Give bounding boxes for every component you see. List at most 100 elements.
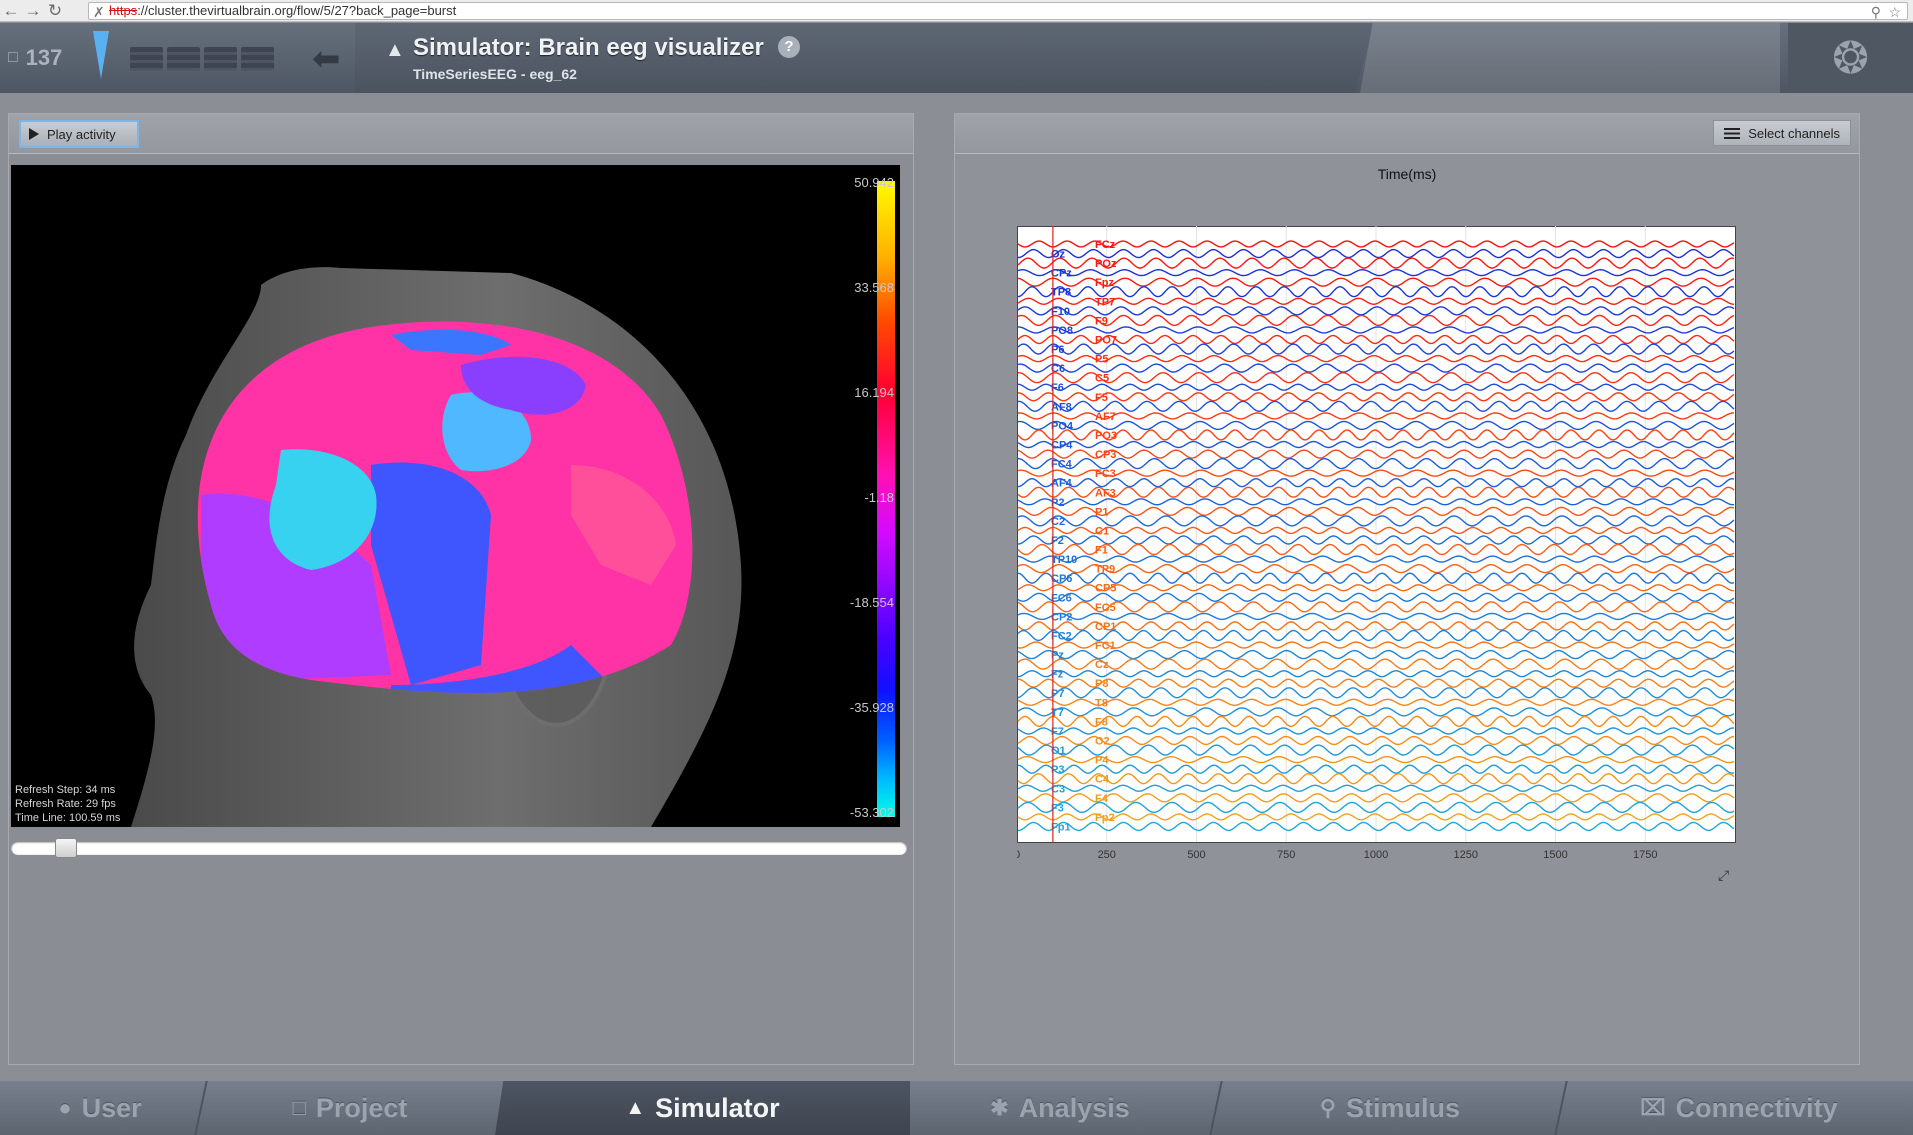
pin-icon: ⚲ [1319, 1095, 1337, 1120]
nav-project-label: Project [315, 1092, 408, 1123]
browser-toolbar: ← → ↻ ✗ https://cluster.thevirtualbrain.… [0, 0, 1913, 22]
nav-simulator-label: Simulator [655, 1092, 780, 1123]
network-icon: ⌧ [1640, 1095, 1666, 1120]
list-icon [1724, 127, 1741, 139]
nav-analysis-label: Analysis [1018, 1092, 1130, 1123]
nav-connectivity-label: Connectivity [1675, 1092, 1838, 1123]
channel-label-right: Fpz [1095, 277, 1114, 289]
colorbar-tick-label: -18.554 [849, 595, 894, 610]
brain-logo-icon[interactable]: ❂ [1788, 23, 1913, 93]
history-block[interactable] [204, 47, 237, 71]
document-icon: □ [292, 1095, 306, 1120]
channel-label-right: FC1 [1095, 640, 1116, 652]
channel-label-right: FCz [1095, 239, 1116, 251]
nav-user[interactable]: ● User [0, 1081, 200, 1135]
channel-label-left: TP8 [1051, 287, 1071, 299]
play-icon [29, 128, 39, 140]
history-block[interactable] [241, 47, 274, 71]
rocket-icon: ▲ [385, 39, 405, 61]
history-blocks [130, 47, 274, 71]
url-scheme: https [109, 3, 138, 18]
x-tick-label: 1250 [1454, 849, 1478, 861]
select-channels-label: Select channels [1748, 125, 1840, 141]
nav-stimulus-label: Stimulus [1346, 1092, 1461, 1123]
brain-viewer-toolbar: Play activity [9, 114, 913, 154]
page-subtitle: TimeSeriesEEG - eeg_62 [413, 66, 577, 82]
channel-label-right: Fp2 [1095, 812, 1115, 824]
user-icon: ● [58, 1095, 72, 1120]
eeg-chart[interactable]: 02505007501000125015001750FCzOzPOzCPzFpz… [1017, 226, 1757, 866]
main-area: Play activity 50.942 33.568 16.194 -1.18… [0, 93, 1913, 1081]
reload-icon[interactable]: ↻ [44, 0, 66, 22]
channel-label-left: AF8 [1051, 401, 1072, 413]
channel-label-right: C1 [1095, 525, 1109, 537]
channel-label-left: FC2 [1051, 630, 1072, 642]
channel-label-left: CP4 [1051, 440, 1073, 452]
nav-simulator[interactable]: ▲ Simulator [495, 1081, 910, 1135]
channel-label-right: CP3 [1095, 449, 1116, 461]
refresh-info: Refresh Step: 34 ms Refresh Rate: 29 fps… [15, 783, 120, 825]
channel-label-right: AF7 [1095, 411, 1116, 423]
resize-icon[interactable]: ⤢ [1718, 867, 1729, 884]
channel-label-left: CP6 [1051, 573, 1072, 585]
colorbar-tick-label: 33.568 [854, 280, 894, 295]
channel-label-right: FC3 [1095, 468, 1116, 480]
colorbar-max-label: 50.942 [854, 175, 894, 190]
channel-label-right: AF3 [1095, 487, 1116, 499]
eeg-channels-panel: Select channels Time(ms) 0 250 500 750 1000 1… [954, 113, 1860, 1065]
operation-counter[interactable]: □ 137 [8, 23, 96, 93]
x-tick-label: 1000 [1364, 849, 1388, 861]
app-header: □ 137 ⬅ ▲ Simulator: Brain eeg visualize… [0, 23, 1913, 93]
eeg-toolbar: Select channels [955, 114, 1859, 154]
time-slider-thumb[interactable] [54, 838, 77, 858]
refresh-step: Refresh Step: 34 ms [15, 784, 116, 796]
channel-label-right: C4 [1095, 774, 1110, 786]
star-icon[interactable]: ☆ [1888, 4, 1901, 20]
x-tick-label: 250 [1098, 849, 1116, 861]
channel-label-right: F5 [1095, 392, 1108, 404]
time-slider[interactable] [11, 838, 907, 858]
history-block[interactable] [130, 47, 163, 71]
nav-user-label: User [81, 1092, 142, 1123]
channel-label-left: FC6 [1051, 592, 1072, 604]
zoom-icon[interactable]: ⚲ [1871, 4, 1881, 20]
header-right-tab [1360, 23, 1780, 93]
address-bar[interactable]: ✗ https://cluster.thevirtualbrain.org/fl… [88, 2, 1908, 20]
bottom-nav: ● User □ Project ▲ Simulator ✱ Analysis … [0, 1081, 1913, 1135]
channel-label-right: F8 [1095, 716, 1108, 728]
document-icon: □ [8, 49, 18, 66]
forward-icon[interactable]: → [22, 0, 44, 22]
x-tick-label: 0 [1017, 849, 1020, 861]
back-icon[interactable]: ← [0, 0, 22, 22]
x-tick-label: 1500 [1543, 849, 1567, 861]
play-activity-button[interactable]: Play activity [19, 120, 139, 148]
url-path: ://cluster.thevirtualbrain.org/flow/5/27… [137, 3, 457, 18]
nav-analysis[interactable]: ✱ Analysis [910, 1081, 1210, 1135]
history-block[interactable] [167, 47, 200, 71]
head-render [131, 267, 742, 827]
x-tick-label: 1750 [1633, 849, 1657, 861]
help-icon[interactable]: ? [778, 36, 800, 58]
channel-label-left: FC4 [1051, 459, 1073, 471]
channel-label-left: TP10 [1051, 554, 1077, 566]
rocket-icon: ▲ [625, 1096, 646, 1119]
select-channels-button[interactable]: Select channels [1713, 120, 1851, 146]
page-title: Simulator: Brain eeg visualizer [413, 34, 764, 61]
channel-label-right: P5 [1095, 354, 1108, 366]
colorbar-min-label: -53.302 [849, 805, 894, 820]
x-tick-label: 750 [1277, 849, 1295, 861]
channel-label-left: Fp1 [1051, 821, 1071, 833]
nav-stimulus[interactable]: ⚲ Stimulus [1220, 1081, 1560, 1135]
refresh-rate: Refresh Rate: 29 fps [15, 798, 116, 810]
nav-project[interactable]: □ Project [205, 1081, 495, 1135]
insecure-lock-icon: ✗ [93, 4, 105, 20]
brain-viewer-panel: Play activity 50.942 33.568 16.194 -1.18… [8, 113, 914, 1065]
brain-3d-canvas[interactable]: 50.942 33.568 16.194 -1.18 -18.554 -35.9… [11, 165, 900, 827]
channel-label-right: CP5 [1095, 583, 1116, 595]
nav-connectivity[interactable]: ⌧ Connectivity [1565, 1081, 1913, 1135]
channel-label-right: F1 [1095, 545, 1108, 557]
channel-label-right: POz [1095, 258, 1117, 270]
back-arrow-icon[interactable]: ⬅ [312, 39, 341, 79]
gear-icon: ✱ [990, 1095, 1009, 1120]
progress-marker [93, 31, 109, 79]
